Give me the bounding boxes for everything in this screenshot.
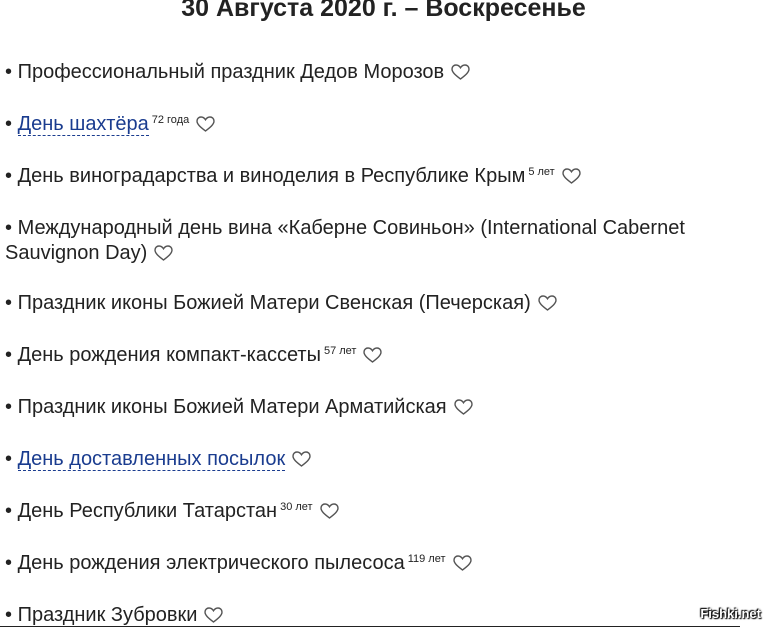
bullet: • — [5, 448, 13, 470]
holiday-link-parcels-day[interactable]: День доставленных посылок — [17, 448, 286, 471]
holiday-item: • Международный день вина «Каберне Совин… — [5, 216, 750, 266]
page: 30 Августа 2020 г. – Воскресенье • Профе… — [0, 0, 767, 627]
heart-icon[interactable] — [204, 607, 224, 623]
years-count: 30 лет — [280, 501, 313, 513]
bullet: • — [5, 552, 13, 574]
holiday-item: • Праздник Зубровки — [5, 603, 750, 627]
heart-icon[interactable] — [562, 168, 581, 184]
holiday-item: • Профессиональный праздник Дедов Морозо… — [5, 60, 750, 85]
holiday-name: День виноградарства и виноделия в Респуб… — [17, 165, 526, 187]
watermark: Fishki.net — [700, 606, 761, 621]
years-count: 119 лет — [407, 553, 446, 565]
holiday-name: День рождения компакт-кассеты — [17, 344, 321, 366]
holiday-name: Профессиональный праздник Дедов Морозов — [17, 61, 445, 83]
bullet: • — [5, 217, 13, 239]
bullet: • — [5, 500, 13, 522]
bullet: • — [5, 604, 13, 626]
heart-icon[interactable] — [453, 399, 473, 415]
bullet: • — [5, 113, 13, 135]
holiday-item: • День Республики Татарстан 30 лет — [5, 499, 750, 524]
heart-icon[interactable] — [154, 245, 174, 261]
bullet: • — [5, 344, 13, 366]
bullet: • — [5, 61, 13, 83]
holiday-item: • День рождения компакт-кассеты 57 лет — [5, 343, 750, 368]
holiday-name: Праздник иконы Божией Матери Арматийская — [17, 396, 447, 418]
heart-icon[interactable] — [292, 451, 311, 467]
holiday-link-miners-day[interactable]: День шахтёра — [17, 113, 149, 136]
heart-icon[interactable] — [452, 555, 472, 571]
holiday-item: • День шахтёра 72 года — [5, 112, 750, 137]
years-count: 57 лет — [323, 345, 357, 357]
years-count: 5 лет — [528, 166, 555, 178]
heart-icon[interactable] — [319, 503, 339, 519]
years-count: 72 года — [151, 114, 190, 126]
heart-icon[interactable] — [538, 295, 557, 311]
holiday-item: • День виноградарства и виноделия в Респ… — [5, 164, 750, 189]
bullet: • — [5, 165, 13, 187]
bullet: • — [5, 292, 13, 314]
holiday-item: • День рождения электрического пылесоса 1… — [5, 551, 750, 576]
holiday-name: Праздник Зубровки — [17, 604, 198, 626]
heart-icon[interactable] — [196, 116, 215, 132]
holiday-name: День Республики Татарстан — [17, 500, 278, 522]
bullet: • — [5, 396, 13, 418]
holiday-name: Праздник иконы Божией Матери Свенская (П… — [17, 292, 531, 314]
holiday-item: • Праздник иконы Божией Матери Арматийск… — [5, 395, 750, 420]
heart-icon[interactable] — [451, 64, 470, 80]
page-title: 30 Августа 2020 г. – Воскресенье — [181, 0, 586, 22]
heart-icon[interactable] — [363, 347, 383, 363]
holiday-item: • Праздник иконы Божией Матери Свенская … — [5, 291, 750, 316]
holiday-name: День рождения электрического пылесоса — [17, 552, 405, 574]
holiday-item: • День доставленных посылок — [5, 447, 750, 472]
holiday-name: Международный день вина «Каберне Совиньо… — [5, 217, 685, 264]
